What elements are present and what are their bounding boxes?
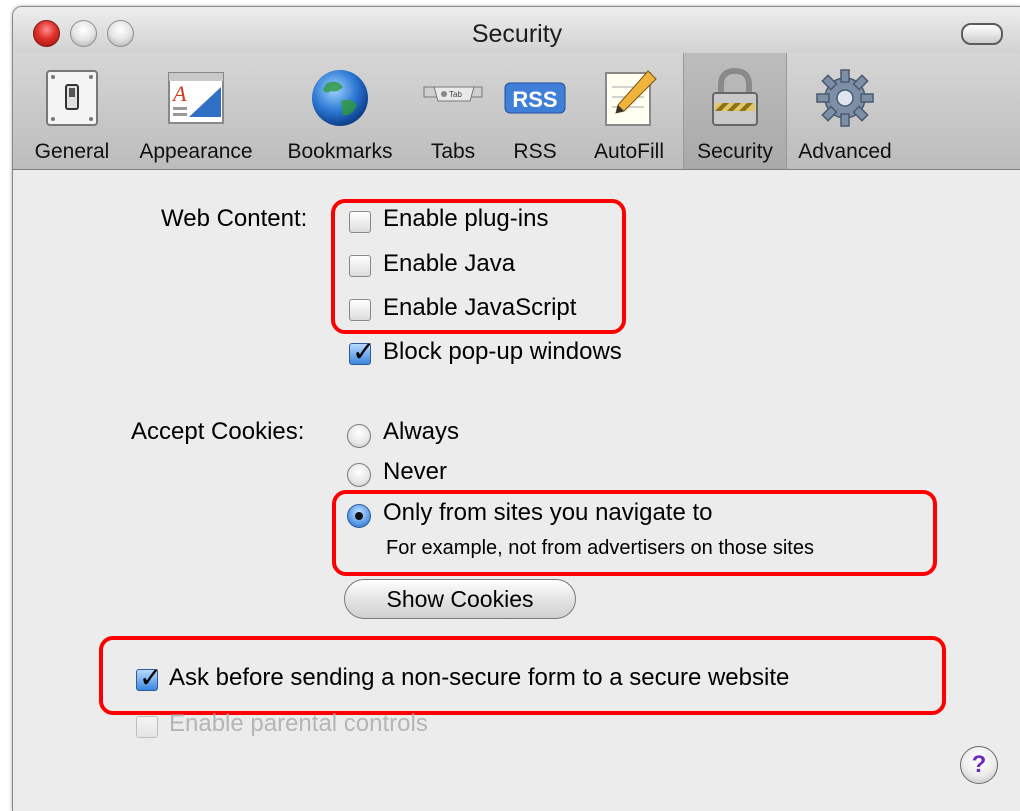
enable-java-label[interactable]: Enable Java bbox=[383, 250, 515, 278]
enable-plugins-checkbox[interactable] bbox=[349, 211, 371, 233]
title-bar[interactable]: Security bbox=[13, 7, 1020, 53]
cookies-always-radio[interactable] bbox=[347, 424, 371, 448]
cookies-always-label[interactable]: Always bbox=[383, 418, 459, 446]
tab-general-label: General bbox=[34, 140, 110, 163]
tab-icon-text: Tab bbox=[449, 90, 462, 99]
checkmark-icon: ✓ bbox=[352, 336, 376, 367]
tab-bookmarks[interactable]: Bookmarks bbox=[275, 53, 405, 169]
block-popups-label[interactable]: Block pop-up windows bbox=[383, 338, 622, 366]
ask-form-checkbox[interactable]: ✓ bbox=[136, 662, 162, 693]
tab-tabs[interactable]: Tab Tabs bbox=[411, 53, 495, 169]
cookies-only-navigate-label[interactable]: Only from sites you navigate to bbox=[383, 499, 712, 527]
tab-advanced[interactable]: Advanced bbox=[789, 53, 901, 169]
tab-autofill[interactable]: AutoFill bbox=[579, 53, 679, 169]
pencil-note-icon bbox=[605, 70, 657, 126]
globe-icon bbox=[312, 70, 368, 126]
tab-appearance[interactable]: A Appearance bbox=[131, 53, 261, 169]
cookies-never-label[interactable]: Never bbox=[383, 458, 447, 486]
enable-javascript-checkbox[interactable] bbox=[349, 299, 371, 321]
tab-security[interactable]: Security bbox=[683, 53, 787, 169]
tab-bookmarks-label: Bookmarks bbox=[287, 140, 393, 163]
light-switch-icon bbox=[46, 70, 98, 126]
parental-controls-checkbox bbox=[136, 716, 158, 738]
window-title: Security bbox=[471, 20, 563, 48]
toolbar-toggle-button[interactable] bbox=[961, 23, 1003, 45]
padlock-icon bbox=[712, 67, 758, 126]
cookies-never-radio[interactable] bbox=[347, 463, 371, 487]
accept-cookies-label: Accept Cookies: bbox=[131, 418, 305, 445]
enable-plugins-label[interactable]: Enable plug-ins bbox=[383, 205, 548, 233]
gear-icon bbox=[816, 69, 874, 127]
appearance-icon: A bbox=[168, 72, 224, 124]
security-pane: Web Content: Enable plug-ins Enable Java… bbox=[13, 170, 1020, 811]
tab-appearance-label: Appearance bbox=[139, 140, 253, 163]
tab-icon: Tab bbox=[423, 86, 483, 102]
help-button[interactable]: ? bbox=[960, 746, 998, 784]
web-content-label: Web Content: bbox=[161, 205, 308, 232]
radio-dot-icon bbox=[355, 512, 363, 520]
ask-form-label[interactable]: Ask before sending a non-secure form to … bbox=[169, 664, 789, 692]
parental-controls-label: Enable parental controls bbox=[169, 710, 428, 737]
svg-text:A: A bbox=[171, 81, 187, 106]
enable-javascript-label[interactable]: Enable JavaScript bbox=[383, 294, 576, 322]
enable-java-checkbox[interactable] bbox=[349, 255, 371, 277]
checkmark-icon: ✓ bbox=[139, 662, 163, 693]
preferences-window: Security General A Appearance Bookmarks … bbox=[12, 6, 1020, 811]
rss-icon-text: RSS bbox=[512, 87, 557, 112]
show-cookies-button[interactable]: Show Cookies bbox=[344, 579, 576, 619]
rss-icon: RSS bbox=[504, 82, 566, 114]
tab-tabs-label: Tabs bbox=[430, 140, 476, 163]
tab-security-label: Security bbox=[697, 140, 773, 163]
tab-rss-label: RSS bbox=[513, 140, 557, 163]
tab-advanced-label: Advanced bbox=[798, 140, 892, 163]
cookies-note: For example, not from advertisers on tho… bbox=[386, 537, 814, 559]
block-popups-checkbox[interactable]: ✓ bbox=[349, 336, 375, 367]
tab-autofill-label: AutoFill bbox=[593, 140, 665, 163]
tab-rss[interactable]: RSS RSS bbox=[497, 53, 573, 169]
tab-general[interactable]: General bbox=[25, 53, 119, 169]
cookies-only-navigate-radio[interactable] bbox=[347, 504, 371, 528]
preferences-toolbar: General A Appearance Bookmarks Tab Tabs … bbox=[13, 53, 1020, 170]
